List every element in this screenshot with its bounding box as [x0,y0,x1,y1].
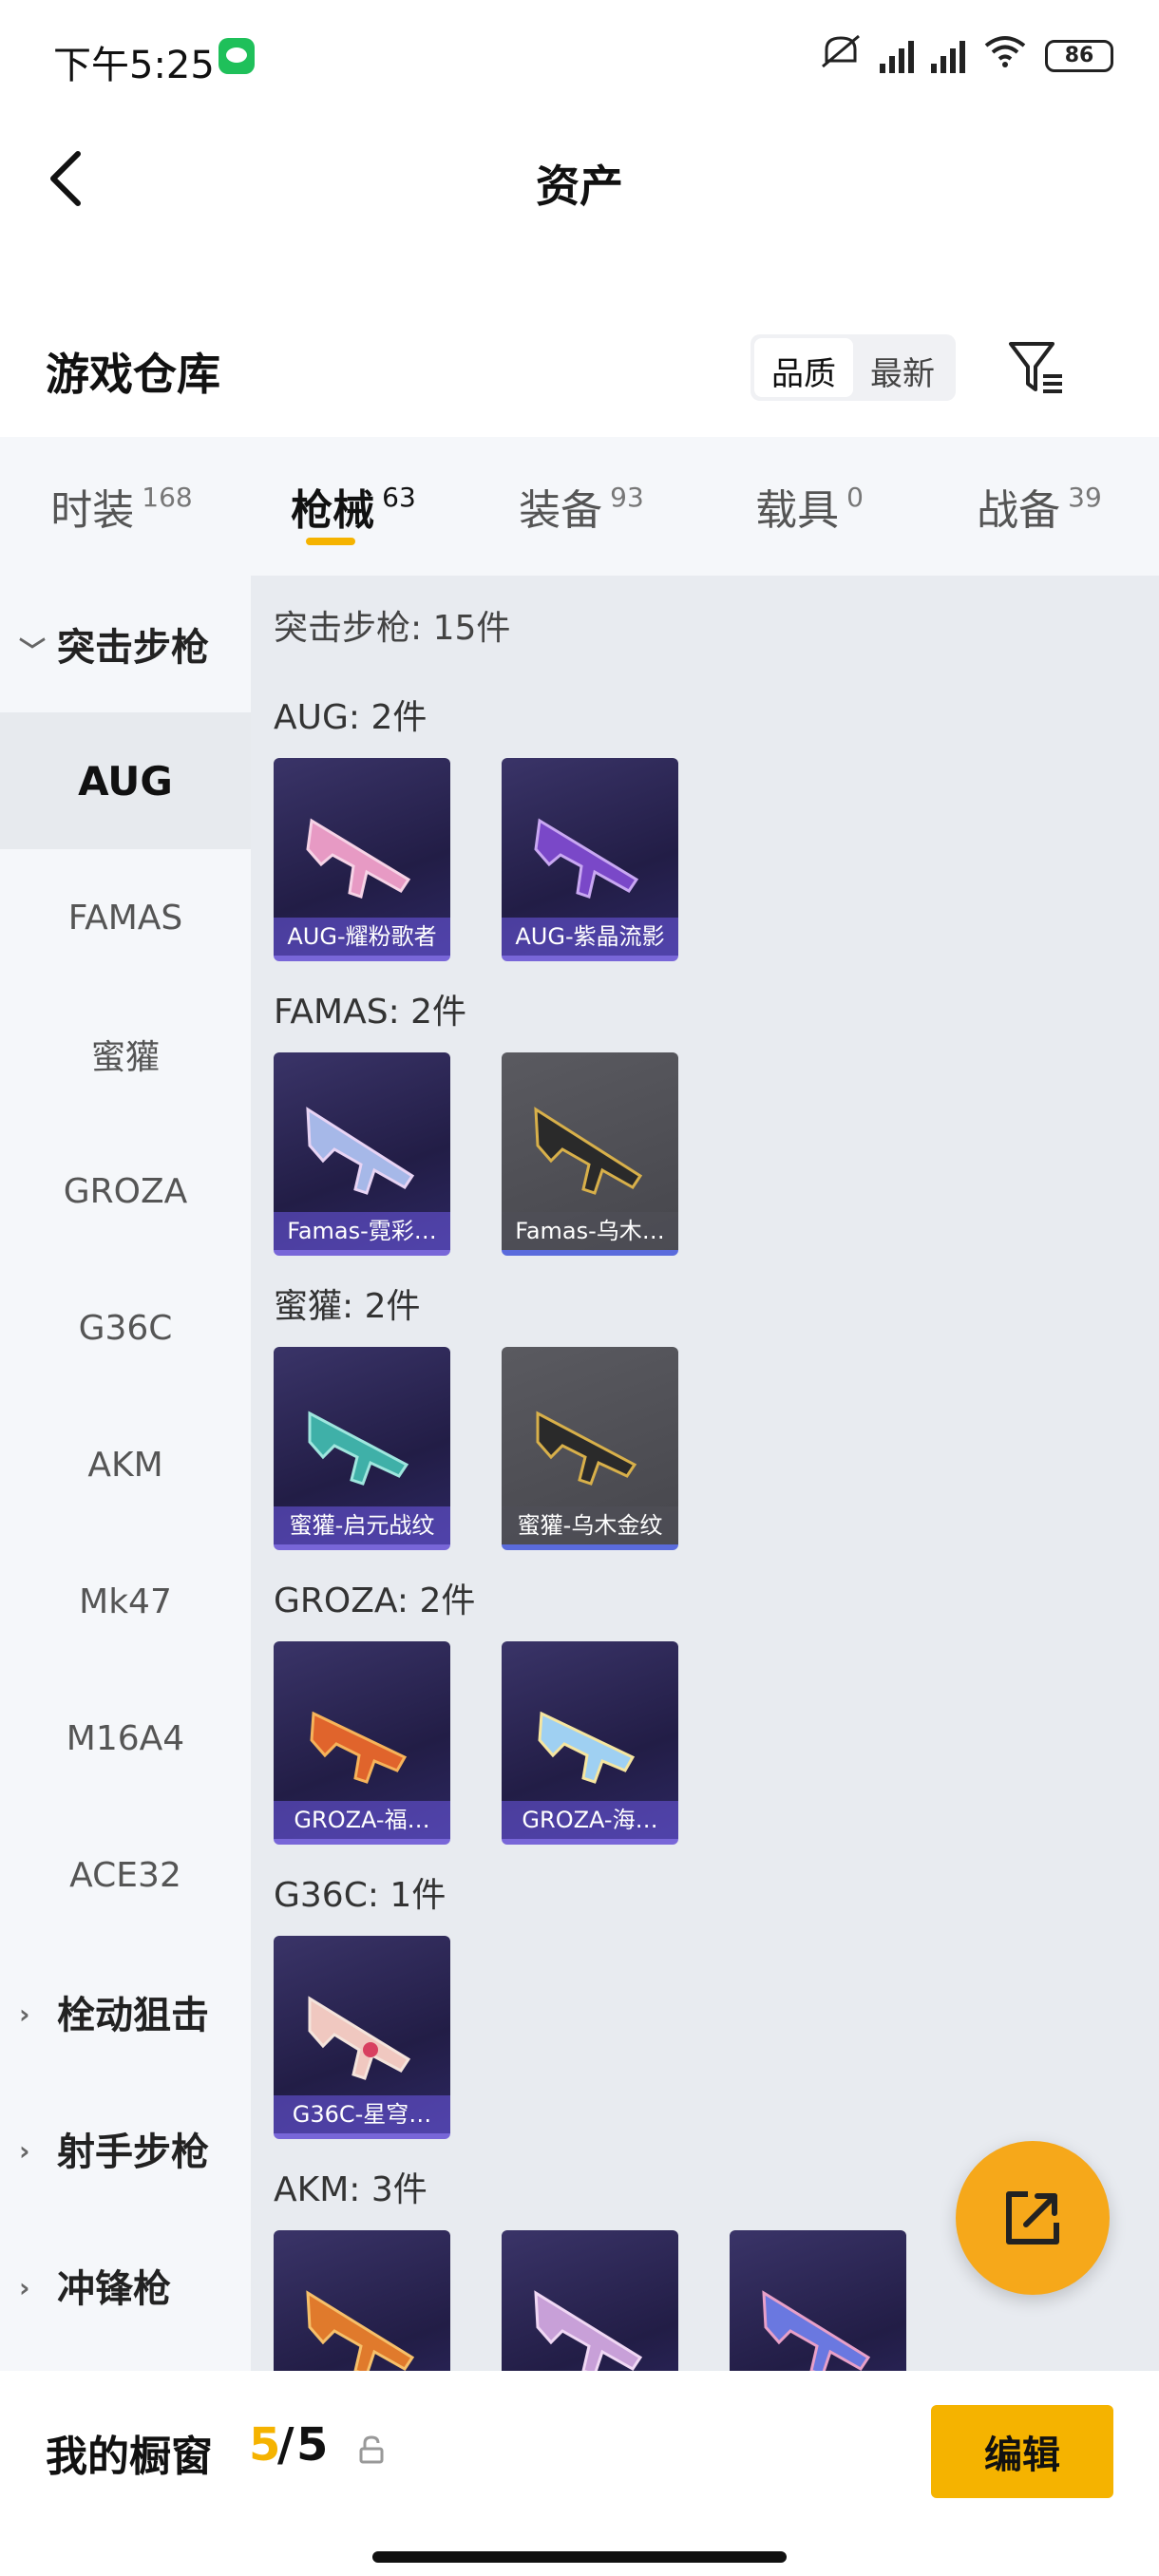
sidebar-item-ace32[interactable]: ACE32 [0,1807,251,1943]
rifle-icon [534,2290,643,2371]
tab-active-indicator [306,538,355,545]
sidebar-group-marksman[interactable]: › 射手步枪 [0,2080,251,2217]
weapon-card[interactable]: G36C-星穹… [274,1936,450,2139]
category-tabs: 时装 168 枪械 63 装备 93 载具 0 战备 39 [0,437,1159,576]
chevron-right-icon: › [19,1998,30,2030]
weapon-card[interactable]: Famas-霓彩… [274,1052,450,1256]
weapon-name: Famas-乌木… [502,1212,678,1250]
tab-weapons[interactable]: 枪械 63 [243,437,464,576]
weapon-card[interactable]: Famas-乌木… [502,1052,678,1256]
tab-fashion[interactable]: 时装 168 [0,437,243,576]
rifle-icon [310,1711,408,1784]
filter-icon[interactable] [1005,334,1072,401]
tab-vehicles[interactable]: 载具 0 [699,437,920,576]
warehouse-title: 游戏仓库 [46,349,220,400]
category-summary: 突击步枪: 15件 [274,609,511,648]
sidebar-item-aug[interactable]: AUG [0,712,251,849]
chevron-down-icon: ﹀ [19,635,47,667]
sidebar-item-m16a4[interactable]: M16A4 [0,1670,251,1807]
weapon-card[interactable]: 蜜獾-乌木金纹 [502,1347,678,1550]
sidebar-item-g36c[interactable]: G36C [0,1260,251,1396]
sort-toggle: 品质 最新 [750,334,956,401]
rifle-icon [308,1411,409,1486]
sidebar-group-assault-rifle[interactable]: ﹀ 突击步枪 [0,576,251,712]
weapon-name: G36C-星穹… [274,2095,450,2133]
sidebar-item-akm[interactable]: AKM [0,1396,251,1533]
sidebar-item-famas[interactable]: FAMAS [0,849,251,986]
weapon-card[interactable]: 蜜獾-启元战纹 [274,1347,450,1550]
sidebar-item-mk47[interactable]: Mk47 [0,1533,251,1670]
rifle-icon [306,1107,415,1195]
weapon-name: 蜜獾-启元战纹 [274,1506,450,1544]
page-title: 资产 [536,161,623,212]
section-title: FAMAS: 2件 [274,993,467,1032]
signal-2-icon [931,39,965,73]
lock-icon [359,2435,384,2464]
edit-button[interactable]: 编辑 [931,2405,1113,2498]
rifle-icon [534,818,639,899]
showcase-current-count: 5 [249,2418,281,2472]
rifle-icon [306,818,411,899]
tab-equipment[interactable]: 装备 93 [464,437,699,576]
status-bar: 下午5:25 86 [0,0,1159,114]
sidebar-group-smg[interactable]: › 冲锋枪 [0,2217,251,2354]
weapon-name: AUG-耀粉歌者 [274,918,450,956]
showcase-bar: 我的橱窗 5 / 5 编辑 [0,2371,1159,2576]
rifle-icon [762,2290,871,2371]
signal-1-icon [880,39,914,73]
section-title: AUG: 2件 [274,698,428,737]
wechat-icon [218,38,255,74]
weapon-name: 蜜獾-乌木金纹 [502,1506,678,1544]
showcase-label: 我的橱窗 [46,2433,213,2481]
share-icon [1006,2191,1059,2245]
tab-supplies[interactable]: 战备 39 [920,437,1159,576]
weapon-name: GROZA-福… [274,1801,450,1839]
weapon-sidebar: ﹀ 突击步枪 AUG FAMAS 蜜獾 GROZA G36C AKM Mk47 … [0,576,251,2371]
weapon-card[interactable] [502,2230,678,2371]
weapon-name: GROZA-海… [502,1801,678,1839]
warehouse-row: 游戏仓库 品质 最新 [0,323,1159,437]
weapon-card[interactable]: GROZA-福… [274,1641,450,1845]
weapon-name: AUG-紫晶流影 [502,918,678,956]
weapon-card[interactable]: AUG-紫晶流影 [502,758,678,961]
sidebar-group-bolt-sniper[interactable]: › 栓动狙击 [0,1943,251,2080]
weapon-name: Famas-霓彩… [274,1212,450,1250]
rifle-icon [308,1996,411,2080]
sort-quality[interactable]: 品质 [754,338,853,397]
weapon-card[interactable] [274,2230,450,2371]
rifle-icon [536,1411,637,1486]
rifle-icon [538,1711,636,1784]
showcase-separator: / [277,2418,294,2472]
section-title: AKM: 3件 [274,2170,428,2209]
sidebar-item-groza[interactable]: GROZA [0,1123,251,1260]
sort-newest[interactable]: 最新 [853,338,952,397]
home-indicator[interactable] [372,2551,787,2563]
rifle-icon [534,1107,643,1195]
rifle-icon [306,2290,415,2371]
showcase-total-count: 5 [296,2418,329,2472]
section-title: 蜜獾: 2件 [274,1287,421,1326]
weapon-card[interactable] [730,2230,906,2371]
status-icons: 86 [819,32,1113,79]
app-header: 资产 [0,114,1159,237]
share-button[interactable] [956,2141,1110,2295]
chevron-right-icon: › [19,2135,30,2167]
chevron-right-icon: › [19,2272,30,2303]
wifi-icon [982,34,1028,77]
weapon-card[interactable]: AUG-耀粉歌者 [274,758,450,961]
status-time: 下午5:25 [53,44,215,87]
sidebar-item-honey-badger[interactable]: 蜜獾 [0,986,251,1123]
weapon-card[interactable]: GROZA-海… [502,1641,678,1845]
mute-icon [819,32,863,79]
section-title: G36C: 1件 [274,1876,446,1915]
section-title: GROZA: 2件 [274,1582,476,1620]
battery-icon: 86 [1045,39,1113,72]
weapon-list: 突击步枪: 15件 AUG: 2件 AUG-耀粉歌者 AUG-紫晶流影 FAMA… [251,576,1159,2371]
